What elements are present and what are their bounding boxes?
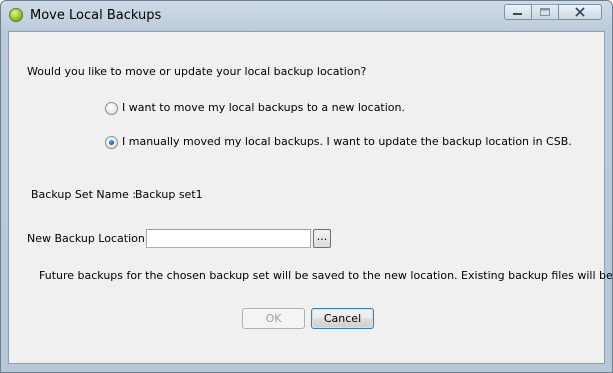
radio-update-location[interactable] — [105, 136, 118, 149]
minimize-button[interactable] — [504, 4, 532, 20]
new-location-input[interactable] — [146, 229, 311, 248]
backup-set-name-label: Backup Set Name : — [31, 188, 137, 201]
question-text: Would you like to move or update your lo… — [27, 65, 367, 78]
maximize-button[interactable] — [531, 4, 559, 20]
radio-selected-dot — [109, 140, 114, 145]
minimize-icon — [513, 13, 522, 15]
dialog-window: Move Local Backups Would you like to mov… — [0, 0, 613, 373]
app-icon — [9, 8, 23, 22]
option-update-label[interactable]: I manually moved my local backups. I wan… — [122, 135, 572, 148]
dialog-content: Would you like to move or update your lo… — [8, 31, 612, 364]
close-button[interactable] — [558, 4, 602, 20]
close-icon — [575, 7, 585, 17]
browse-button[interactable]: ... — [313, 229, 331, 248]
cancel-button[interactable]: Cancel — [311, 308, 374, 329]
radio-move-backups[interactable] — [105, 102, 118, 115]
maximize-icon — [540, 8, 550, 16]
option-move-label[interactable]: I want to move my local backups to a new… — [122, 101, 405, 114]
window-title: Move Local Backups — [30, 8, 162, 23]
new-location-label: New Backup Location : — [27, 232, 153, 245]
info-text: Future backups for the chosen backup set… — [39, 269, 613, 282]
title-bar[interactable]: Move Local Backups — [1, 1, 612, 31]
ok-button[interactable]: OK — [242, 308, 305, 329]
backup-set-name-value: Backup set1 — [135, 188, 203, 201]
